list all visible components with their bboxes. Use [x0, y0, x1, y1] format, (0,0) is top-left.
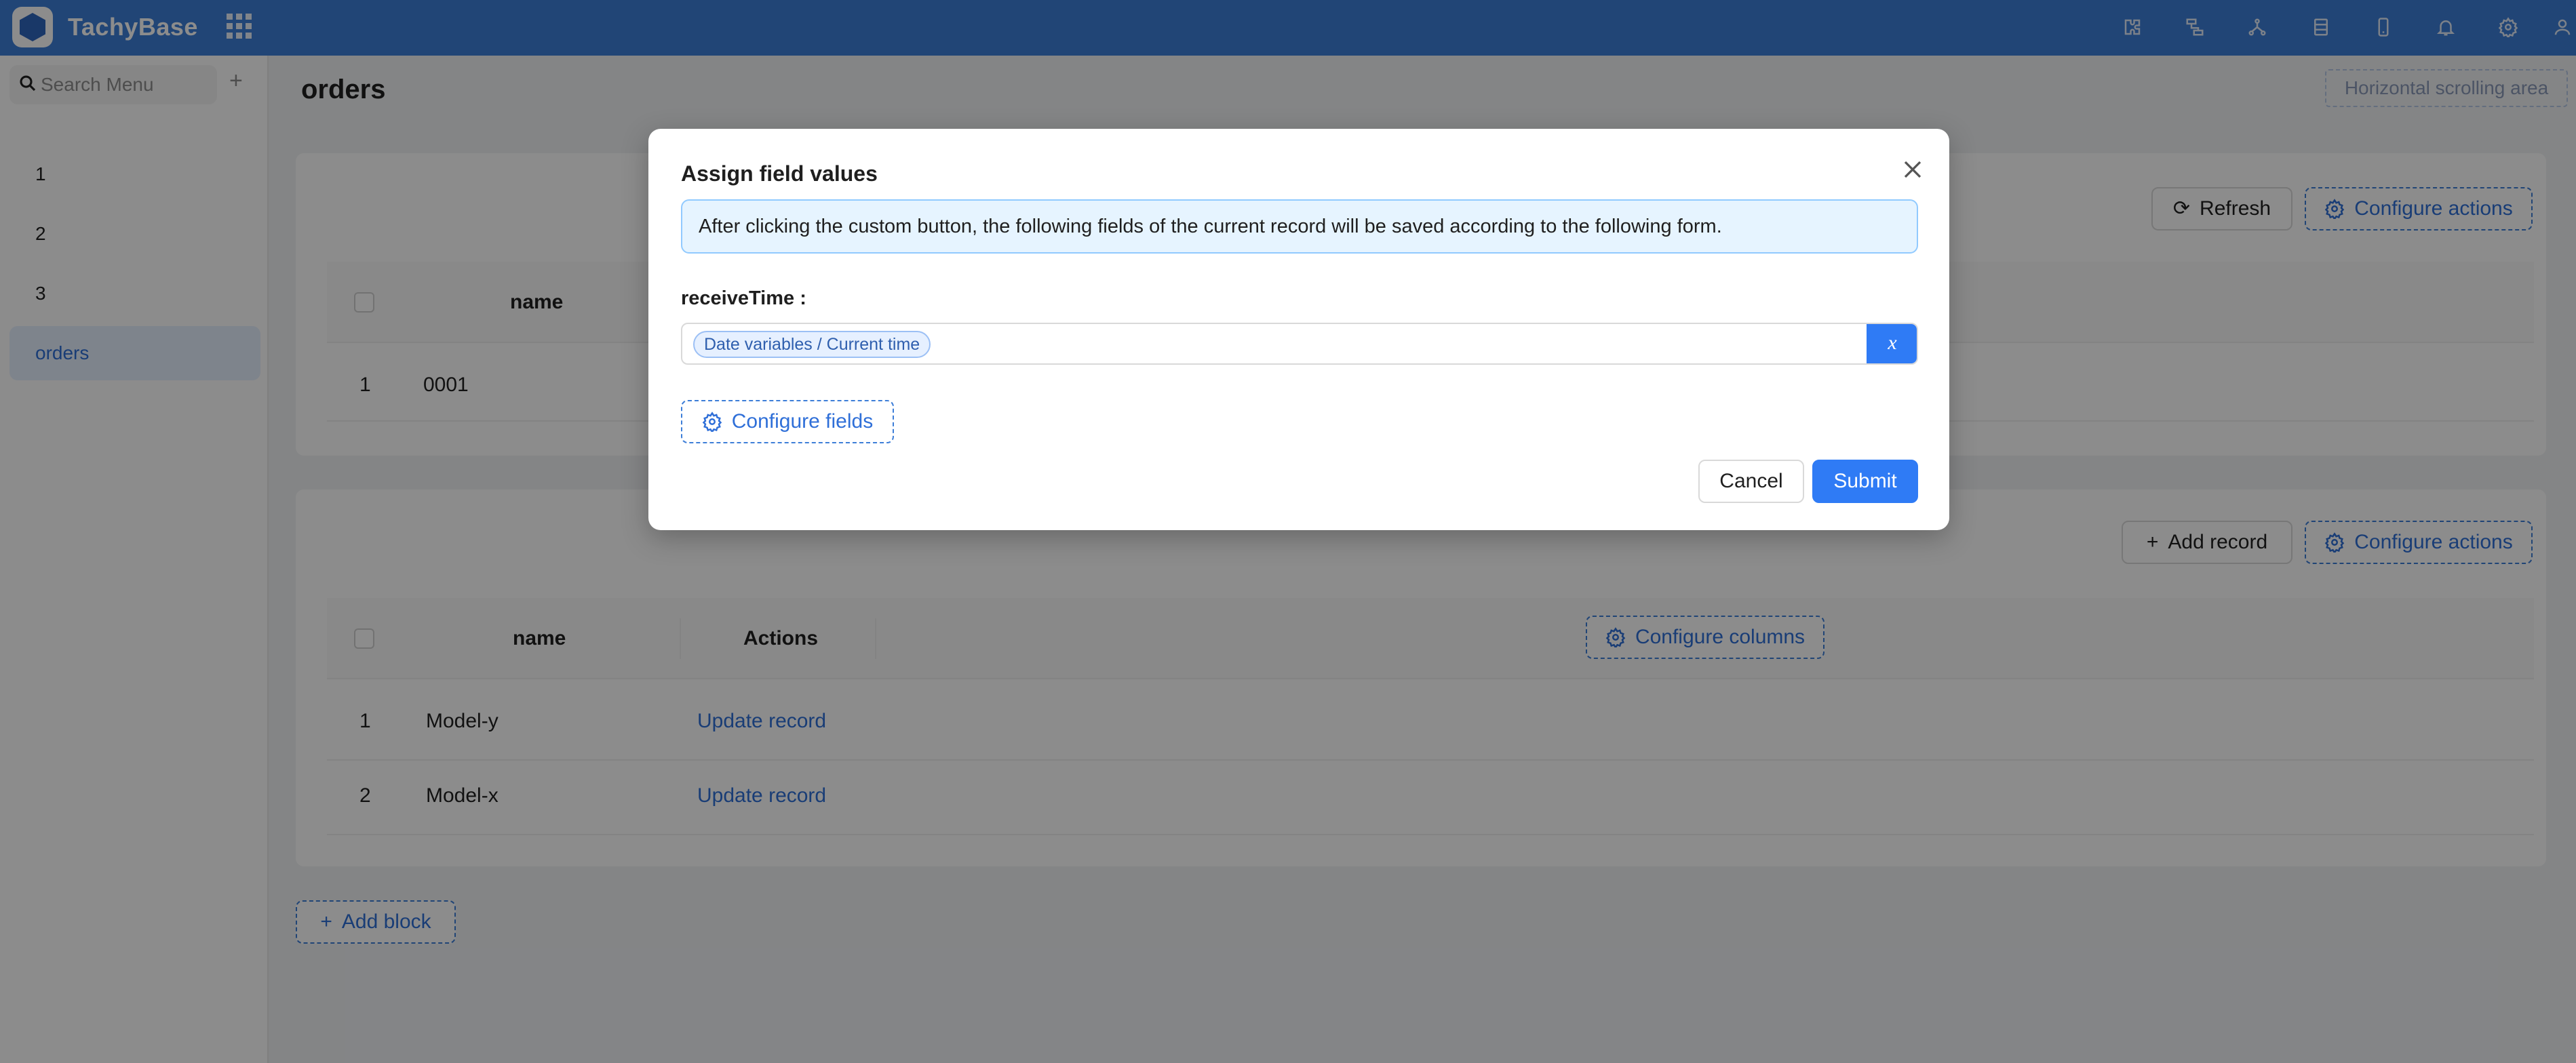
close-icon[interactable]	[1898, 155, 1928, 184]
assign-field-values-modal: Assign field values After clicking the c…	[648, 129, 1949, 530]
modal-title: Assign field values	[681, 161, 878, 186]
configure-fields-button[interactable]: Configure fields	[681, 400, 894, 443]
gear-icon	[702, 412, 722, 432]
info-notice: After clicking the custom button, the fo…	[681, 199, 1918, 254]
variable-tag[interactable]: Date variables / Current time	[693, 331, 931, 358]
submit-button[interactable]: Submit	[1812, 460, 1918, 503]
field-label-receivetime: receiveTime :	[681, 287, 806, 309]
receivetime-variable-input[interactable]: Date variables / Current time x	[681, 323, 1918, 365]
configure-fields-label: Configure fields	[731, 410, 874, 433]
cancel-button[interactable]: Cancel	[1698, 460, 1804, 503]
variable-picker-button[interactable]: x	[1867, 324, 1917, 363]
